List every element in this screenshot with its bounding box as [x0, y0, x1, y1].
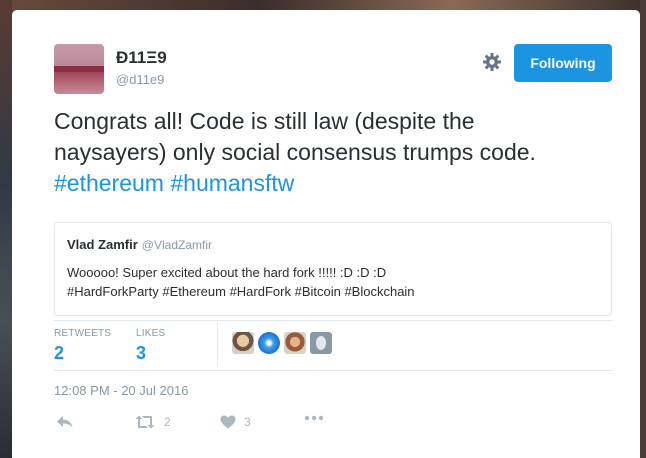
divider	[54, 320, 612, 321]
retweet-icon	[135, 415, 155, 429]
quoted-tweet[interactable]: Vlad Zamfir @VladZamfir Wooooo! Super exc…	[54, 222, 612, 316]
like-count: 3	[244, 415, 251, 429]
retweets-count: 2	[54, 343, 65, 363]
quoted-text-line: Wooooo! Super excited about the hard for…	[67, 265, 387, 280]
retweet-button[interactable]: 2	[134, 415, 171, 429]
tweet-text-line: naysayers) only social consensus trumps …	[54, 139, 536, 165]
user-handle[interactable]: @d11e9	[116, 72, 164, 87]
background-image-left	[0, 0, 12, 458]
background-image-right	[640, 0, 646, 458]
hashtag-link[interactable]: #ethereum	[54, 170, 164, 196]
gear-icon[interactable]	[482, 52, 502, 72]
display-name[interactable]: Đ11Ξ9	[116, 48, 167, 68]
more-button[interactable]	[304, 415, 324, 421]
quoted-text: Wooooo! Super excited about the hard for…	[67, 263, 597, 301]
liker-avatar[interactable]	[310, 332, 332, 354]
divider	[54, 370, 612, 371]
quoted-author-handle: @VladZamfir	[141, 238, 212, 252]
reply-button[interactable]	[56, 415, 74, 429]
tweet-card: Đ11Ξ9 @d11e9 Following Congrats all! Cod…	[12, 10, 640, 458]
more-icon	[304, 415, 324, 421]
liker-avatar[interactable]	[258, 332, 280, 354]
divider	[217, 322, 218, 366]
likes-count: 3	[136, 343, 147, 363]
following-button[interactable]: Following	[514, 44, 612, 82]
liker-avatar[interactable]	[284, 332, 306, 354]
quoted-author-name: Vlad Zamfir	[67, 237, 138, 252]
retweets-stat[interactable]: RETWEETS 2	[54, 328, 111, 364]
like-button[interactable]: 3	[220, 415, 251, 429]
hashtag-link[interactable]: #humansftw	[170, 170, 294, 196]
retweets-label: RETWEETS	[54, 328, 112, 339]
tweet-text: Congrats all! Code is still law (despite…	[54, 106, 614, 199]
avatar[interactable]	[54, 44, 104, 94]
heart-icon	[220, 415, 236, 429]
tweet-hashtags: #ethereum #humansftw	[54, 168, 614, 199]
likes-stat[interactable]: LIKES 3	[136, 328, 165, 364]
quoted-author: Vlad Zamfir @VladZamfir	[67, 237, 212, 252]
reply-icon	[57, 416, 73, 428]
tweet-timestamp[interactable]: 12:08 PM - 20 Jul 2016	[54, 383, 188, 398]
tweet-text-line: Congrats all! Code is still law (despite…	[54, 108, 475, 134]
likers-avatars	[232, 332, 332, 354]
liker-avatar[interactable]	[232, 332, 254, 354]
likes-label: LIKES	[136, 328, 166, 339]
quoted-text-line: #HardForkParty #Ethereum #HardFork #Bitc…	[67, 284, 415, 299]
retweet-count: 2	[164, 415, 171, 429]
